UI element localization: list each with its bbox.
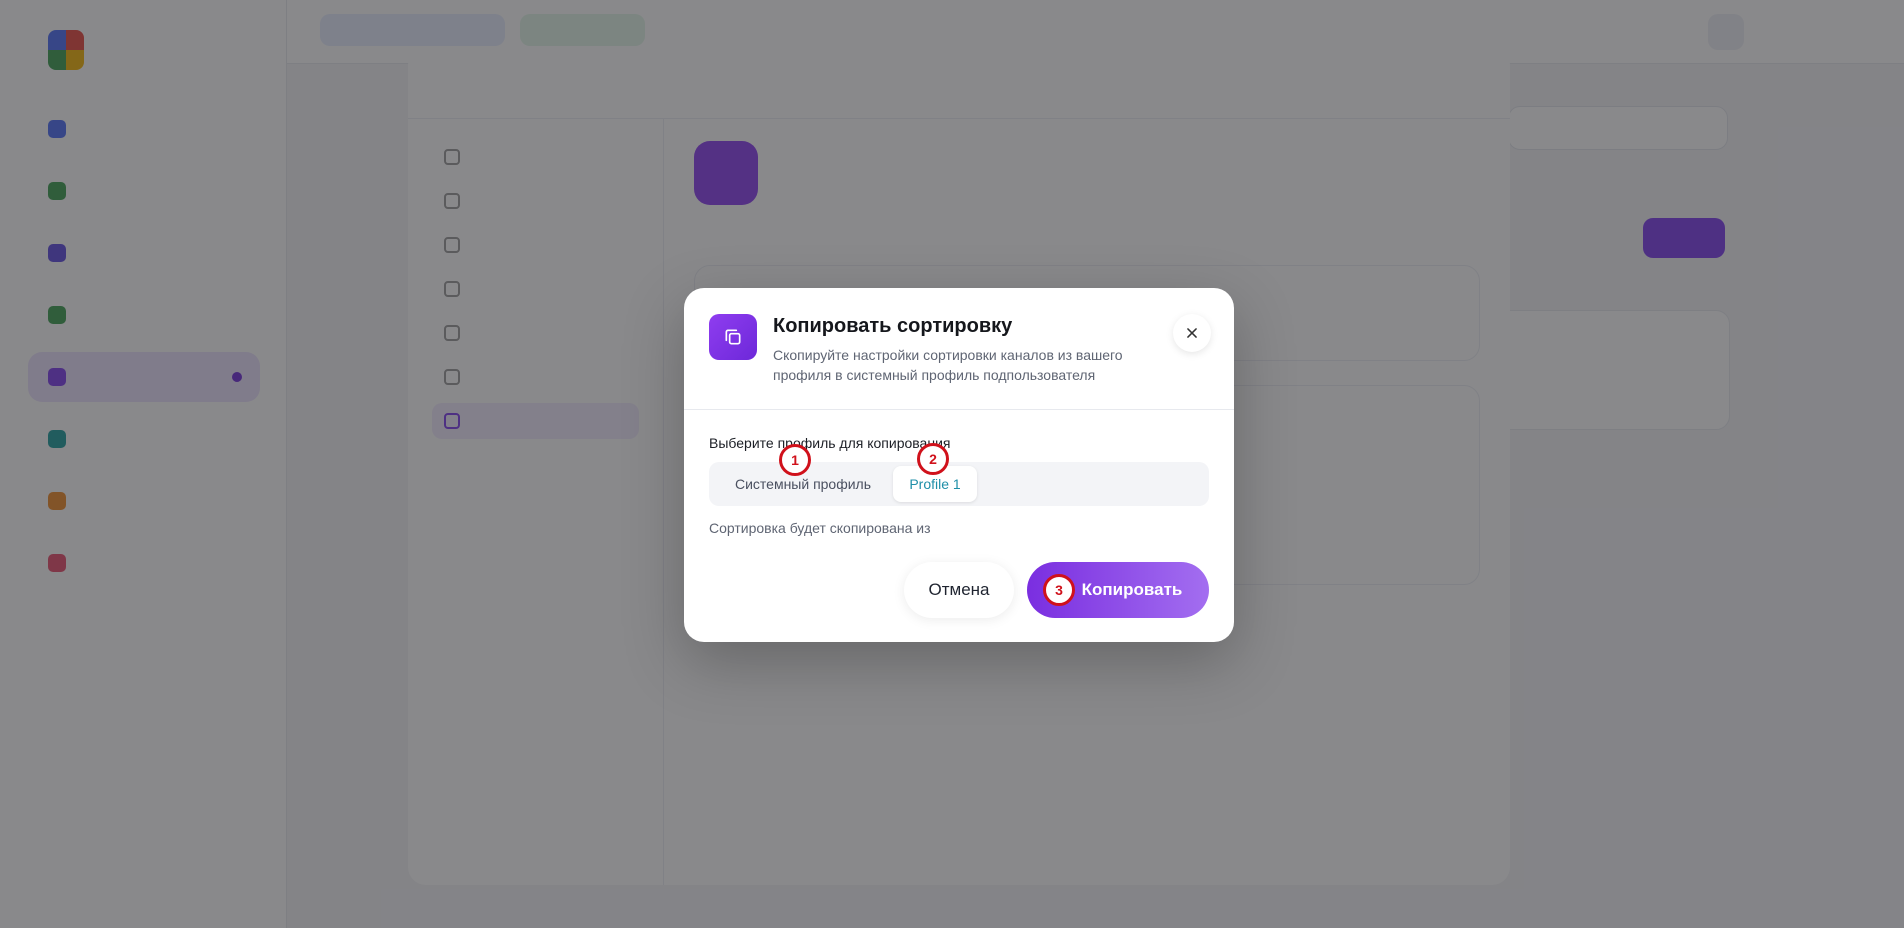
step-marker-2: 2 — [917, 443, 949, 475]
dialog-description: Скопируйте настройки сортировки каналов … — [773, 347, 1123, 383]
profile-select-label: Выберите профиль для копирования — [709, 435, 951, 451]
step-marker-1: 1 — [779, 444, 811, 476]
close-button[interactable] — [1173, 314, 1211, 352]
copy-icon — [709, 314, 757, 360]
copy-source-note: Сортировка будет скопирована из — [709, 520, 931, 536]
step-marker-3: 3 — [1043, 574, 1075, 606]
cancel-button[interactable]: Отмена — [904, 562, 1014, 618]
dialog-divider — [684, 409, 1234, 410]
close-icon — [1187, 328, 1197, 338]
dialog-title: Копировать сортировку — [773, 315, 1013, 337]
copy-sort-dialog: Копировать сортировку Скопируйте настрой… — [684, 288, 1234, 642]
